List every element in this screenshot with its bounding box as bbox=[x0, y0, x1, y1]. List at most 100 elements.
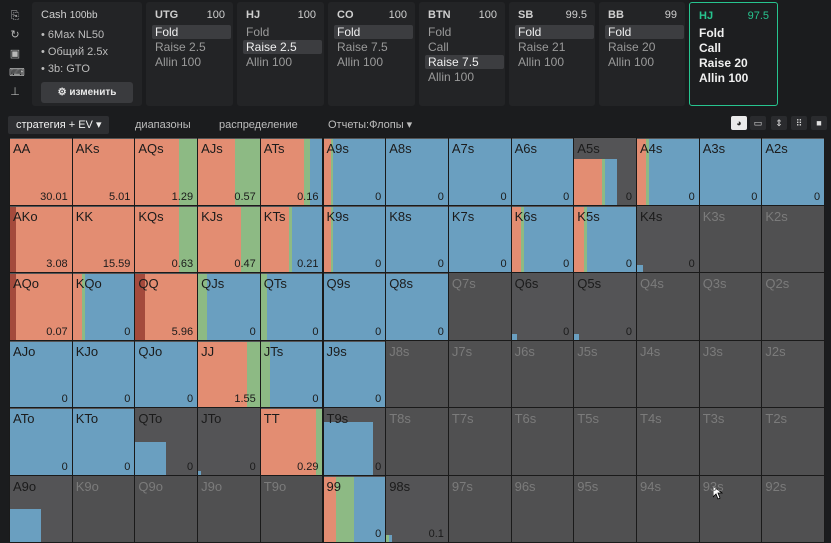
hand-cell-A5s[interactable]: A5s0 bbox=[573, 137, 637, 206]
tab-flop-reports[interactable]: Отчеты:Флопы ▾ bbox=[328, 116, 412, 134]
hand-cell-AJo[interactable]: AJo0 bbox=[9, 340, 73, 409]
gamepad-icon[interactable]: ⌨ bbox=[9, 67, 21, 79]
hand-cell-QTs[interactable]: QTs0 bbox=[260, 272, 324, 341]
action-raise-7-5[interactable]: Raise 7.5 bbox=[334, 40, 413, 54]
action-raise-21[interactable]: Raise 21 bbox=[515, 40, 594, 54]
hand-cell-J9s[interactable]: J9s0 bbox=[323, 340, 387, 409]
hand-cell-KQs[interactable]: KQs0.63 bbox=[134, 205, 198, 274]
hand-cell-A7s[interactable]: A7s0 bbox=[448, 137, 512, 206]
hand-cell-Q9o[interactable]: Q9o bbox=[134, 475, 198, 543]
hand-cell-J5s[interactable]: J5s bbox=[573, 340, 637, 409]
action-fold[interactable]: Fold bbox=[425, 25, 504, 39]
hand-cell-T3s[interactable]: T3s bbox=[699, 407, 763, 476]
action-fold[interactable]: Fold bbox=[515, 25, 594, 39]
hand-cell-J7s[interactable]: J7s bbox=[448, 340, 512, 409]
hand-cell-96s[interactable]: 96s bbox=[511, 475, 575, 543]
hand-cell-J4s[interactable]: J4s bbox=[636, 340, 700, 409]
hand-cell-95s[interactable]: 95s bbox=[573, 475, 637, 543]
hand-cell-J2s[interactable]: J2s bbox=[761, 340, 825, 409]
refresh-icon[interactable]: ↻ bbox=[9, 29, 21, 41]
hand-cell-QTo[interactable]: QTo0 bbox=[134, 407, 198, 476]
action-allin-100[interactable]: Allin 100 bbox=[243, 55, 322, 69]
hand-cell-K4s[interactable]: K4s0 bbox=[636, 205, 700, 274]
hand-cell-93s[interactable]: 93s bbox=[699, 475, 763, 543]
hand-cell-Q2s[interactable]: Q2s bbox=[761, 272, 825, 341]
hand-cell-TT[interactable]: TT0.29 bbox=[260, 407, 324, 476]
tab-distribution[interactable]: распределение bbox=[219, 116, 298, 134]
align-icon[interactable]: ⊥ bbox=[9, 86, 21, 98]
hand-cell-Q4s[interactable]: Q4s bbox=[636, 272, 700, 341]
hand-cell-JTo[interactable]: JTo0 bbox=[197, 407, 261, 476]
hand-cell-94s[interactable]: 94s bbox=[636, 475, 700, 543]
hand-cell-K5s[interactable]: K5s0 bbox=[573, 205, 637, 274]
pie-icon[interactable]: ◕ bbox=[731, 116, 747, 130]
hand-cell-K8s[interactable]: K8s0 bbox=[385, 205, 449, 274]
hand-cell-AKs[interactable]: AKs5.01 bbox=[72, 137, 136, 206]
hand-cell-AJs[interactable]: AJs0.57 bbox=[197, 137, 261, 206]
hand-cell-A4s[interactable]: A4s0 bbox=[636, 137, 700, 206]
hand-cell-AQo[interactable]: AQo0.07 bbox=[9, 272, 73, 341]
position-panel-bb[interactable]: BB99FoldRaise 20Allin 100 bbox=[599, 2, 685, 106]
action-allin-100[interactable]: Allin 100 bbox=[515, 55, 594, 69]
action-allin-100[interactable]: Allin 100 bbox=[334, 55, 413, 69]
hand-cell-Q8s[interactable]: Q8s0 bbox=[385, 272, 449, 341]
hand-cell-AKo[interactable]: AKo3.08 bbox=[9, 205, 73, 274]
tab-ranges[interactable]: диапазоны bbox=[135, 116, 191, 134]
action-raise-20[interactable]: Raise 20 bbox=[605, 40, 684, 54]
hand-cell-J6s[interactable]: J6s bbox=[511, 340, 575, 409]
hand-cell-A2s[interactable]: A2s0 bbox=[761, 137, 825, 206]
hand-cell-Q3s[interactable]: Q3s bbox=[699, 272, 763, 341]
position-panel-btn[interactable]: BTN100FoldCallRaise 7.5Allin 100 bbox=[419, 2, 505, 106]
hand-cell-T2s[interactable]: T2s bbox=[761, 407, 825, 476]
hand-cell-J8s[interactable]: J8s bbox=[385, 340, 449, 409]
hand-cell-T8s[interactable]: T8s bbox=[385, 407, 449, 476]
hand-cell-AQs[interactable]: AQs1.29 bbox=[134, 137, 198, 206]
hand-cell-QJs[interactable]: QJs0 bbox=[197, 272, 261, 341]
position-panel-co[interactable]: CO100FoldRaise 7.5Allin 100 bbox=[328, 2, 415, 106]
hand-cell-Q7s[interactable]: Q7s bbox=[448, 272, 512, 341]
edit-button[interactable]: ⚙ изменить bbox=[41, 82, 133, 103]
hand-cell-A9o[interactable]: A9o bbox=[9, 475, 73, 543]
hand-cell-KJs[interactable]: KJs0.47 bbox=[197, 205, 261, 274]
hand-cell-Q5s[interactable]: Q5s0 bbox=[573, 272, 637, 341]
hand-cell-ATo[interactable]: ATo0 bbox=[9, 407, 73, 476]
hand-cell-ATs[interactable]: ATs0.16 bbox=[260, 137, 324, 206]
action-fold[interactable]: Fold bbox=[605, 25, 684, 39]
save-icon[interactable]: ▣ bbox=[9, 48, 21, 60]
hand-cell-JJ[interactable]: JJ1.55 bbox=[197, 340, 261, 409]
hand-cell-98s[interactable]: 98s0.1 bbox=[385, 475, 449, 543]
hand-cell-Q9s[interactable]: Q9s0 bbox=[323, 272, 387, 341]
action-call[interactable]: Call bbox=[425, 40, 504, 54]
tab-strategy-ev[interactable]: стратегия + EV ▾ bbox=[8, 116, 109, 134]
hand-cell-K9o[interactable]: K9o bbox=[72, 475, 136, 543]
action-call[interactable]: Call bbox=[696, 41, 775, 55]
position-panel-hj[interactable]: HJ97.5FoldCallRaise 20Allin 100 bbox=[689, 2, 778, 106]
action-allin-100[interactable]: Allin 100 bbox=[605, 55, 684, 69]
position-panel-sb[interactable]: SB99.5FoldRaise 21Allin 100 bbox=[509, 2, 595, 106]
square-icon[interactable]: ■ bbox=[811, 116, 827, 130]
hand-cell-J9o[interactable]: J9o bbox=[197, 475, 261, 543]
action-raise-20[interactable]: Raise 20 bbox=[696, 56, 775, 70]
hand-cell-KQo[interactable]: KQo0 bbox=[72, 272, 136, 341]
hand-cell-97s[interactable]: 97s bbox=[448, 475, 512, 543]
hand-cell-T4s[interactable]: T4s bbox=[636, 407, 700, 476]
hand-cell-99[interactable]: 990 bbox=[323, 475, 387, 543]
hand-cell-T5s[interactable]: T5s bbox=[573, 407, 637, 476]
hand-cell-QJo[interactable]: QJo0 bbox=[134, 340, 198, 409]
split-icon[interactable]: ▭ bbox=[750, 116, 766, 130]
action-allin-100[interactable]: Allin 100 bbox=[425, 70, 504, 84]
hand-cell-T9o[interactable]: T9o bbox=[260, 475, 324, 543]
hand-cell-KJo[interactable]: KJo0 bbox=[72, 340, 136, 409]
expand-icon[interactable]: ⇕ bbox=[771, 116, 787, 130]
action-raise-2-5[interactable]: Raise 2.5 bbox=[243, 40, 322, 54]
hand-cell-T6s[interactable]: T6s bbox=[511, 407, 575, 476]
hand-cell-KTs[interactable]: KTs0.21 bbox=[260, 205, 324, 274]
grid-icon[interactable]: ⠿ bbox=[791, 116, 807, 130]
action-fold[interactable]: Fold bbox=[696, 26, 775, 40]
action-fold[interactable]: Fold bbox=[243, 25, 322, 39]
hand-cell-K3s[interactable]: K3s bbox=[699, 205, 763, 274]
action-fold[interactable]: Fold bbox=[334, 25, 413, 39]
action-raise-7-5[interactable]: Raise 7.5 bbox=[425, 55, 504, 69]
hand-cell-QQ[interactable]: QQ5.96 bbox=[134, 272, 198, 341]
hand-cell-KK[interactable]: KK15.59 bbox=[72, 205, 136, 274]
